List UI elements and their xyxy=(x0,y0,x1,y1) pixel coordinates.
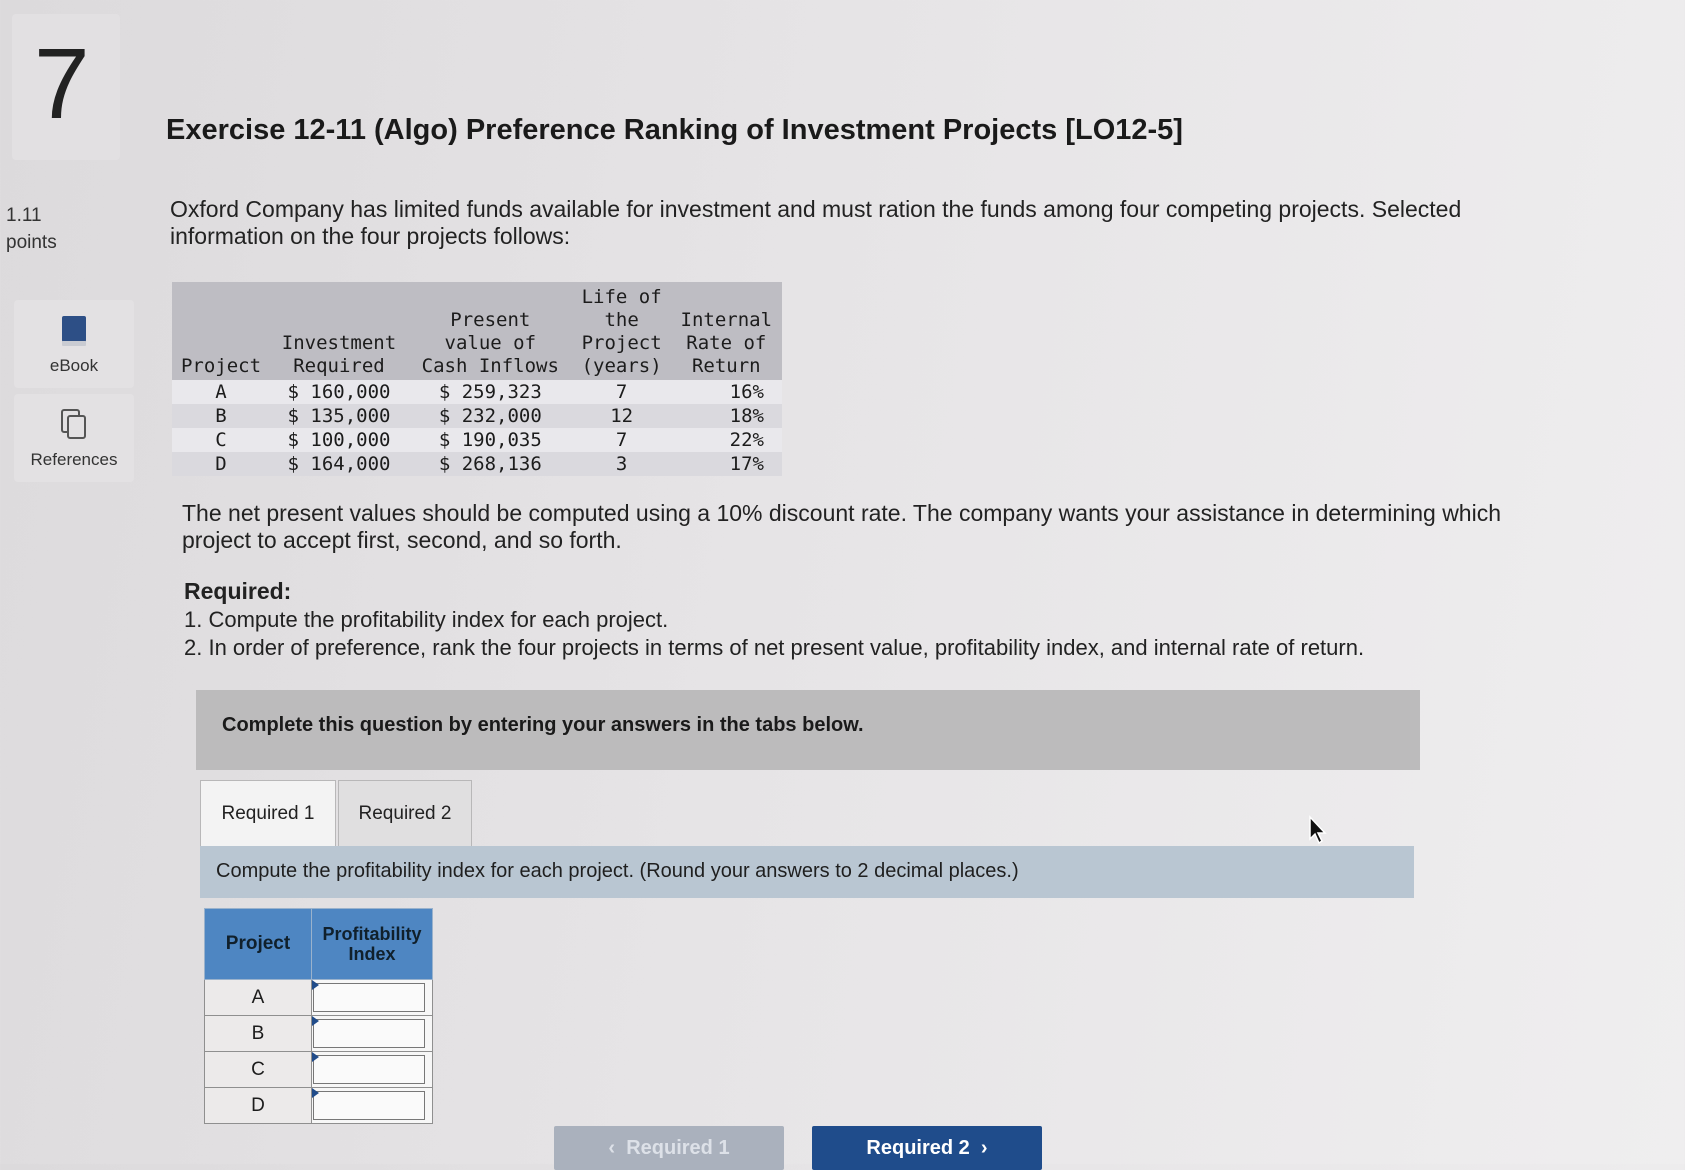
pi-input-cell xyxy=(311,1051,433,1088)
project-info-table: Project Investment Required Present valu… xyxy=(172,282,782,476)
mouse-cursor-icon xyxy=(1309,815,1327,845)
ebook-button[interactable]: eBook xyxy=(14,300,134,388)
table-row: C xyxy=(204,1051,433,1088)
profitability-index-table: Project Profitability Index A B C D xyxy=(204,908,433,1124)
cell-present-value: $ 190,035 xyxy=(407,428,573,452)
cell-life: 12 xyxy=(572,404,671,428)
cell-investment: $ 164,000 xyxy=(269,452,408,476)
cell-irr: 22% xyxy=(670,428,782,452)
banner-text: Complete this question by entering your … xyxy=(222,714,864,736)
references-label: References xyxy=(30,450,118,469)
intro-text: Oxford Company has limited funds availab… xyxy=(170,196,1462,249)
ebook-label: eBook xyxy=(49,356,99,375)
pi-project-label: A xyxy=(204,979,312,1016)
table-row: B $ 135,000 $ 232,000 12 18% xyxy=(172,404,782,428)
col-header-present-value: Present value of Cash Inflows xyxy=(407,282,573,380)
next-button-label: Required 2 xyxy=(866,1137,970,1159)
pi-input-a[interactable] xyxy=(313,983,425,1012)
chevron-right-icon: › xyxy=(980,1137,988,1159)
question-number: 7 xyxy=(34,28,90,140)
cell-marker-icon xyxy=(312,980,319,990)
table-header-row: Project Investment Required Present valu… xyxy=(172,282,782,380)
pi-project-label: B xyxy=(204,1015,312,1052)
tab-required-1[interactable]: Required 1 xyxy=(200,780,336,849)
chevron-left-icon: ‹ xyxy=(608,1137,616,1159)
cell-life: 7 xyxy=(572,428,671,452)
tab-required-2[interactable]: Required 2 xyxy=(338,780,472,847)
next-required-button[interactable]: Required 2 › xyxy=(812,1126,1042,1170)
cell-irr: 17% xyxy=(670,452,782,476)
required-heading: Required: xyxy=(184,578,292,604)
pi-input-cell xyxy=(311,1087,433,1124)
points-value: 1.11 xyxy=(6,205,42,226)
discount-rate-text: The net present values should be compute… xyxy=(182,500,1501,553)
references-button[interactable]: References xyxy=(14,394,134,482)
tab-instruction-text: Compute the profitability index for each… xyxy=(216,860,1019,882)
cell-project: C xyxy=(172,428,270,452)
pi-input-cell xyxy=(311,979,433,1016)
col-header-irr: Internal Rate of Return xyxy=(670,282,782,380)
instructions-banner: Complete this question by entering your … xyxy=(196,690,1420,770)
pi-header-row: Project Profitability Index xyxy=(204,908,433,980)
cell-project: B xyxy=(172,404,270,428)
cell-irr: 18% xyxy=(670,404,782,428)
pi-input-d[interactable] xyxy=(313,1091,425,1120)
required-item-2: 2. In order of preference, rank the four… xyxy=(184,635,1365,660)
pi-input-b[interactable] xyxy=(313,1019,425,1048)
cell-project: A xyxy=(172,380,270,404)
table-row: D $ 164,000 $ 268,136 3 17% xyxy=(172,452,782,476)
pi-project-label: D xyxy=(204,1087,312,1124)
pi-col-index: Profitability Index xyxy=(311,908,433,980)
required-section: Required: 1. Compute the profitability i… xyxy=(184,577,1364,662)
pi-col-project: Project xyxy=(204,908,312,980)
pi-project-label: C xyxy=(204,1051,312,1088)
cell-irr: 16% xyxy=(670,380,782,404)
tab-instruction-bar: Compute the profitability index for each… xyxy=(200,846,1414,898)
cell-project: D xyxy=(172,452,270,476)
question-number-box: 7 xyxy=(12,14,120,160)
cell-investment: $ 160,000 xyxy=(269,380,408,404)
pi-input-c[interactable] xyxy=(313,1055,425,1084)
cell-marker-icon xyxy=(312,1088,319,1098)
col-header-project: Project xyxy=(172,282,270,380)
prev-button-label: Required 1 xyxy=(626,1137,730,1159)
col-header-investment: Investment Required xyxy=(269,282,408,380)
pi-input-cell xyxy=(311,1015,433,1052)
prev-required-button[interactable]: ‹ Required 1 xyxy=(554,1126,784,1170)
table-row: A $ 160,000 $ 259,323 7 16% xyxy=(172,380,782,404)
table-row: A xyxy=(204,979,433,1016)
exercise-title: Exercise 12-11 (Algo) Preference Ranking… xyxy=(166,114,1183,146)
table-row: C $ 100,000 $ 190,035 7 22% xyxy=(172,428,782,452)
table-row: D xyxy=(204,1087,433,1124)
copy-icon xyxy=(61,409,86,439)
book-icon xyxy=(62,316,86,346)
table-row: B xyxy=(204,1015,433,1052)
points-label: points xyxy=(6,232,57,253)
required-item-1: 1. Compute the profitability index for e… xyxy=(184,607,669,632)
cell-present-value: $ 232,000 xyxy=(407,404,573,428)
cell-life: 7 xyxy=(572,380,671,404)
cell-marker-icon xyxy=(312,1052,319,1062)
cell-marker-icon xyxy=(312,1016,319,1026)
cell-investment: $ 135,000 xyxy=(269,404,408,428)
cell-present-value: $ 259,323 xyxy=(407,380,573,404)
cell-investment: $ 100,000 xyxy=(269,428,408,452)
cell-life: 3 xyxy=(572,452,671,476)
cell-present-value: $ 268,136 xyxy=(407,452,573,476)
col-header-life: Life of the Project (years) xyxy=(572,282,671,380)
points-info: 1.11 points xyxy=(6,202,57,256)
